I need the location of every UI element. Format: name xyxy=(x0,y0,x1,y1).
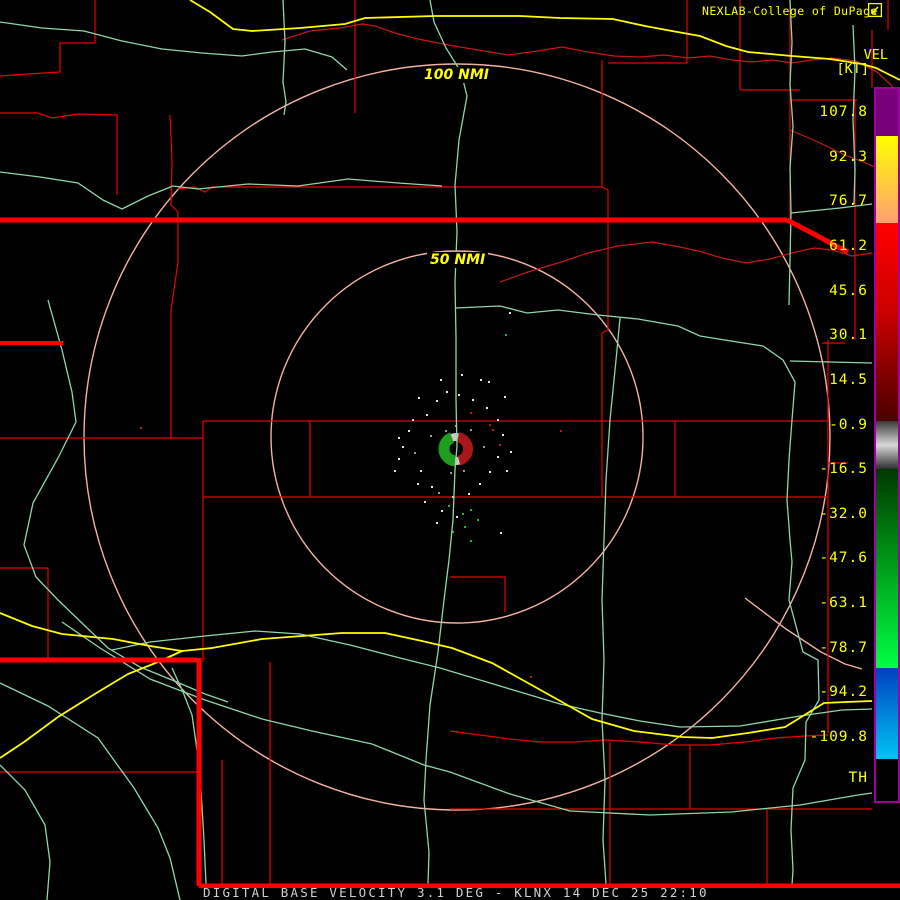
scale-label: -78.7 xyxy=(819,640,868,656)
highway-southwest-branch xyxy=(0,650,183,759)
cod-logo-icon xyxy=(868,3,882,17)
radar-display: NEXLAB-College of DuPage VEL [KT] 100 NM… xyxy=(0,0,900,900)
radar-map xyxy=(0,0,900,900)
scale-label: 107.8 xyxy=(819,104,868,120)
velocity-colorbar-gradient xyxy=(876,89,898,801)
velocity-colorbar xyxy=(874,87,900,803)
scale-label: 61.2 xyxy=(829,238,868,254)
scale-label: -109.8 xyxy=(809,729,868,745)
scale-label: -47.6 xyxy=(819,550,868,566)
unit-bracket-label: [KT] xyxy=(836,61,869,77)
scale-label: 14.5 xyxy=(829,372,868,388)
scale-label: 45.6 xyxy=(829,283,868,299)
scale-label: -94.2 xyxy=(819,684,868,700)
scale-label: -0.9 xyxy=(829,417,868,433)
ring-label-100nmi: 100 NMI xyxy=(421,67,492,83)
scale-label: 92.3 xyxy=(829,149,868,165)
product-title: DIGITAL BASE VELOCITY 3.1 DEG - KLNX 14 … xyxy=(203,885,709,900)
highways xyxy=(0,0,900,759)
scale-label: 30.1 xyxy=(829,327,868,343)
highway-south xyxy=(0,612,873,739)
scale-label: 76.7 xyxy=(829,193,868,209)
scale-label: -16.5 xyxy=(819,461,868,477)
ring-label-50nmi: 50 NMI xyxy=(427,252,489,268)
rivers-green xyxy=(0,0,873,900)
colorbar-threshold-label: TH xyxy=(848,770,868,786)
scale-label: -32.0 xyxy=(819,506,868,522)
brand-text: NEXLAB-College of DuPage xyxy=(702,4,878,18)
scale-label: -63.1 xyxy=(819,595,868,611)
